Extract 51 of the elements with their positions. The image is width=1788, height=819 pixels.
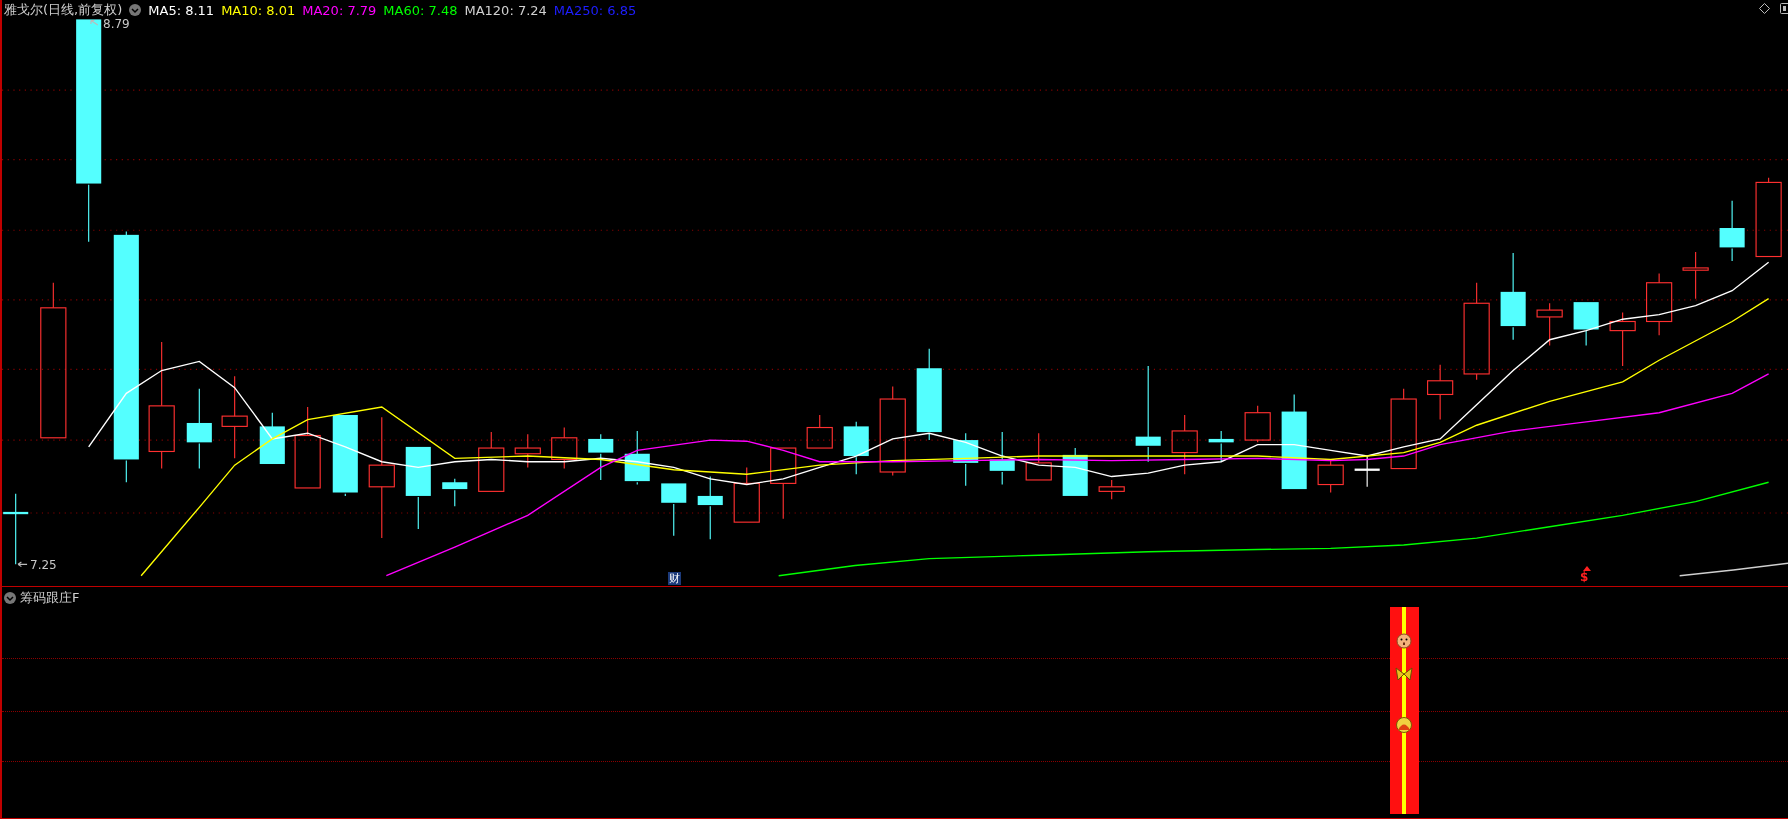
- candlestick: [514, 433, 541, 468]
- low-price-label: 7.25: [30, 558, 57, 572]
- candlestick: [442, 478, 468, 507]
- moving-average-value: MA60: 7.48: [383, 2, 458, 18]
- diamond-icon[interactable]: [1759, 3, 1770, 14]
- candlestick: [661, 483, 687, 537]
- candlestick: [1208, 430, 1234, 463]
- panel-toggle-icon[interactable]: [1780, 3, 1788, 14]
- candlestick: [1573, 302, 1599, 346]
- candlestick: [1646, 273, 1673, 336]
- candlestick: [1682, 251, 1709, 300]
- dropdown-icon[interactable]: [129, 4, 142, 16]
- butterfly-icon: [1395, 667, 1413, 681]
- candlestick: [1317, 460, 1344, 494]
- candlestick: [1427, 364, 1454, 421]
- candlestick: [1025, 432, 1052, 481]
- candlestick: [697, 476, 723, 540]
- mound-icon: [1395, 717, 1413, 733]
- candlestick: [551, 426, 578, 470]
- candlestick: [588, 433, 614, 481]
- high-price-label: 8.79: [103, 17, 130, 31]
- candlestick: [953, 432, 979, 487]
- face-icon: [1395, 633, 1413, 649]
- caret-icon: [1583, 566, 1591, 571]
- candlestick: [733, 466, 760, 523]
- candlestick: [1244, 405, 1271, 443]
- moving-average-value: MA5: 8.11: [148, 2, 215, 18]
- moving-average-value: MA250: 6.85: [553, 2, 637, 18]
- dropdown-icon[interactable]: [4, 592, 16, 604]
- candlestick: [1098, 479, 1125, 500]
- candlestick: [3, 493, 29, 565]
- moving-average-value: MA10: 8.01: [221, 2, 296, 18]
- candlestick: [1719, 200, 1745, 262]
- candlestick: [1354, 455, 1380, 488]
- candlestick: [1536, 302, 1563, 346]
- moving-average-value: MA120: 7.24: [464, 2, 547, 18]
- moving-average-value: MA20: 7.79: [302, 2, 377, 18]
- chart-title: 雅戈尔(日线,前复权): [4, 1, 123, 19]
- candlestick: [806, 414, 833, 449]
- candlestick: [478, 431, 505, 492]
- candlestick: [989, 431, 1015, 486]
- candlestick: [259, 412, 285, 466]
- indicator-title: 筹码跟庄F: [20, 589, 80, 607]
- candlestick: [1609, 311, 1636, 367]
- dividend-marker: $: [1580, 570, 1589, 584]
- pointer-arrow: [90, 19, 99, 26]
- pointer-arrow: [17, 561, 28, 568]
- candlestick: [843, 421, 869, 475]
- finance-marker: 财: [668, 572, 681, 585]
- candlestick: [1171, 414, 1198, 475]
- candlestick: [624, 430, 650, 486]
